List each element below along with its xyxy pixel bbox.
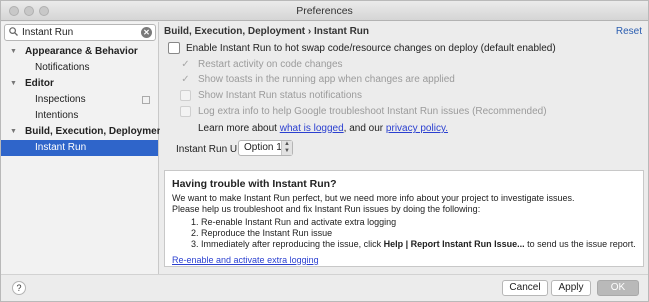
tree-item-label: Notifications [35,62,90,73]
tree-item-label: Editor [25,78,54,89]
checkmark-icon[interactable]: ✓ [180,74,191,85]
project-settings-icon [142,96,150,104]
tree-item-inspections[interactable]: Inspections [1,92,158,108]
apply-button[interactable]: Apply [551,280,591,296]
tree-item-label: Intentions [35,110,79,121]
tree-item-label: Instant Run [35,142,87,153]
help-button[interactable]: ? [12,281,26,295]
settings-search-input[interactable]: Instant Run ✕ [4,24,156,41]
troubleshoot-step-1: 1. Re-enable Instant Run and activate ex… [191,217,397,227]
restart-activity-label: Restart activity on code changes [198,59,343,70]
learn-more-middle: , and our [343,123,386,134]
step-3-suffix: to send us the issue report. [524,239,636,249]
troubleshoot-step-2: 2. Reproduce the Instant Run issue [191,228,333,238]
instant-run-ui-select[interactable]: Option 1 ▲ ▼ [238,140,293,156]
settings-content: Build, Execution, Deployment › Instant R… [160,22,648,274]
preferences-window: Preferences Instant Run ✕ ▼ Appearance &… [0,0,649,302]
learn-more-text: Learn more about what is logged, and our… [198,122,448,136]
cancel-button[interactable]: Cancel [502,280,548,296]
enable-instant-run-label: Enable Instant Run to hot swap code/reso… [186,43,556,54]
tree-item-label: Inspections [35,94,86,105]
troubleshoot-step-3: 3. Immediately after reproducing the iss… [191,239,636,249]
tree-item-notifications[interactable]: Notifications [1,60,158,76]
checkmark-icon[interactable]: ✓ [180,59,191,70]
clear-search-icon[interactable]: ✕ [141,27,152,38]
expanded-arrow-icon[interactable]: ▼ [10,76,17,92]
tree-item-editor[interactable]: ▼ Editor [1,76,158,92]
log-extra-info-label: Log extra info to help Google troublesho… [198,106,547,117]
troubleshoot-line-2: Please help us troubleshoot and fix Inst… [172,204,481,214]
window-title: Preferences [296,5,353,17]
expanded-arrow-icon[interactable]: ▼ [10,124,17,140]
reenable-logging-link[interactable]: Re-enable and activate extra logging [172,255,319,265]
what-is-logged-link[interactable]: what is logged [280,123,344,134]
spinner-arrows-icon[interactable]: ▲ ▼ [281,141,292,155]
instant-run-ui-label: Instant Run UI [176,144,240,155]
settings-tree: ▼ Appearance & Behavior Notifications ▼ … [1,44,166,156]
privacy-policy-link[interactable]: privacy policy. [386,123,448,134]
tree-item-build-execution-deployment[interactable]: ▼ Build, Execution, Deployment [1,124,166,140]
show-toasts-label: Show toasts in the running app when chan… [198,74,455,85]
troubleshoot-title: Having trouble with Instant Run? [172,178,337,190]
status-notifications-label: Show Instant Run status notifications [198,90,362,101]
dialog-footer: ? Cancel Apply OK [1,274,648,301]
search-value: Instant Run [22,27,74,38]
expanded-arrow-icon[interactable]: ▼ [10,44,17,60]
tree-item-instant-run[interactable]: Instant Run [1,140,158,156]
title-bar: Preferences [1,1,648,21]
learn-more-prefix: Learn more about [198,123,280,134]
log-extra-info-checkbox[interactable] [180,106,191,117]
select-value: Option 1 [244,142,282,153]
enable-instant-run-checkbox[interactable] [168,42,180,54]
ok-button[interactable]: OK [597,280,639,296]
search-icon [9,27,18,39]
tree-item-label: Appearance & Behavior [25,46,138,57]
tree-item-label: Build, Execution, Deployment [25,126,167,137]
troubleshoot-line-1: We want to make Instant Run perfect, but… [172,193,575,203]
settings-sidebar: Instant Run ✕ ▼ Appearance & Behavior No… [1,22,166,274]
reset-link[interactable]: Reset [616,26,642,37]
troubleshoot-panel: Having trouble with Instant Run? We want… [164,170,644,267]
tree-item-appearance-behavior[interactable]: ▼ Appearance & Behavior [1,44,158,60]
status-notifications-checkbox[interactable] [180,90,191,101]
step-3-prefix: 3. Immediately after reproducing the iss… [191,239,384,249]
tree-item-intentions[interactable]: Intentions [1,108,158,124]
breadcrumb: Build, Execution, Deployment › Instant R… [164,26,370,37]
report-issue-menu-path: Help | Report Instant Run Issue... [383,239,525,249]
